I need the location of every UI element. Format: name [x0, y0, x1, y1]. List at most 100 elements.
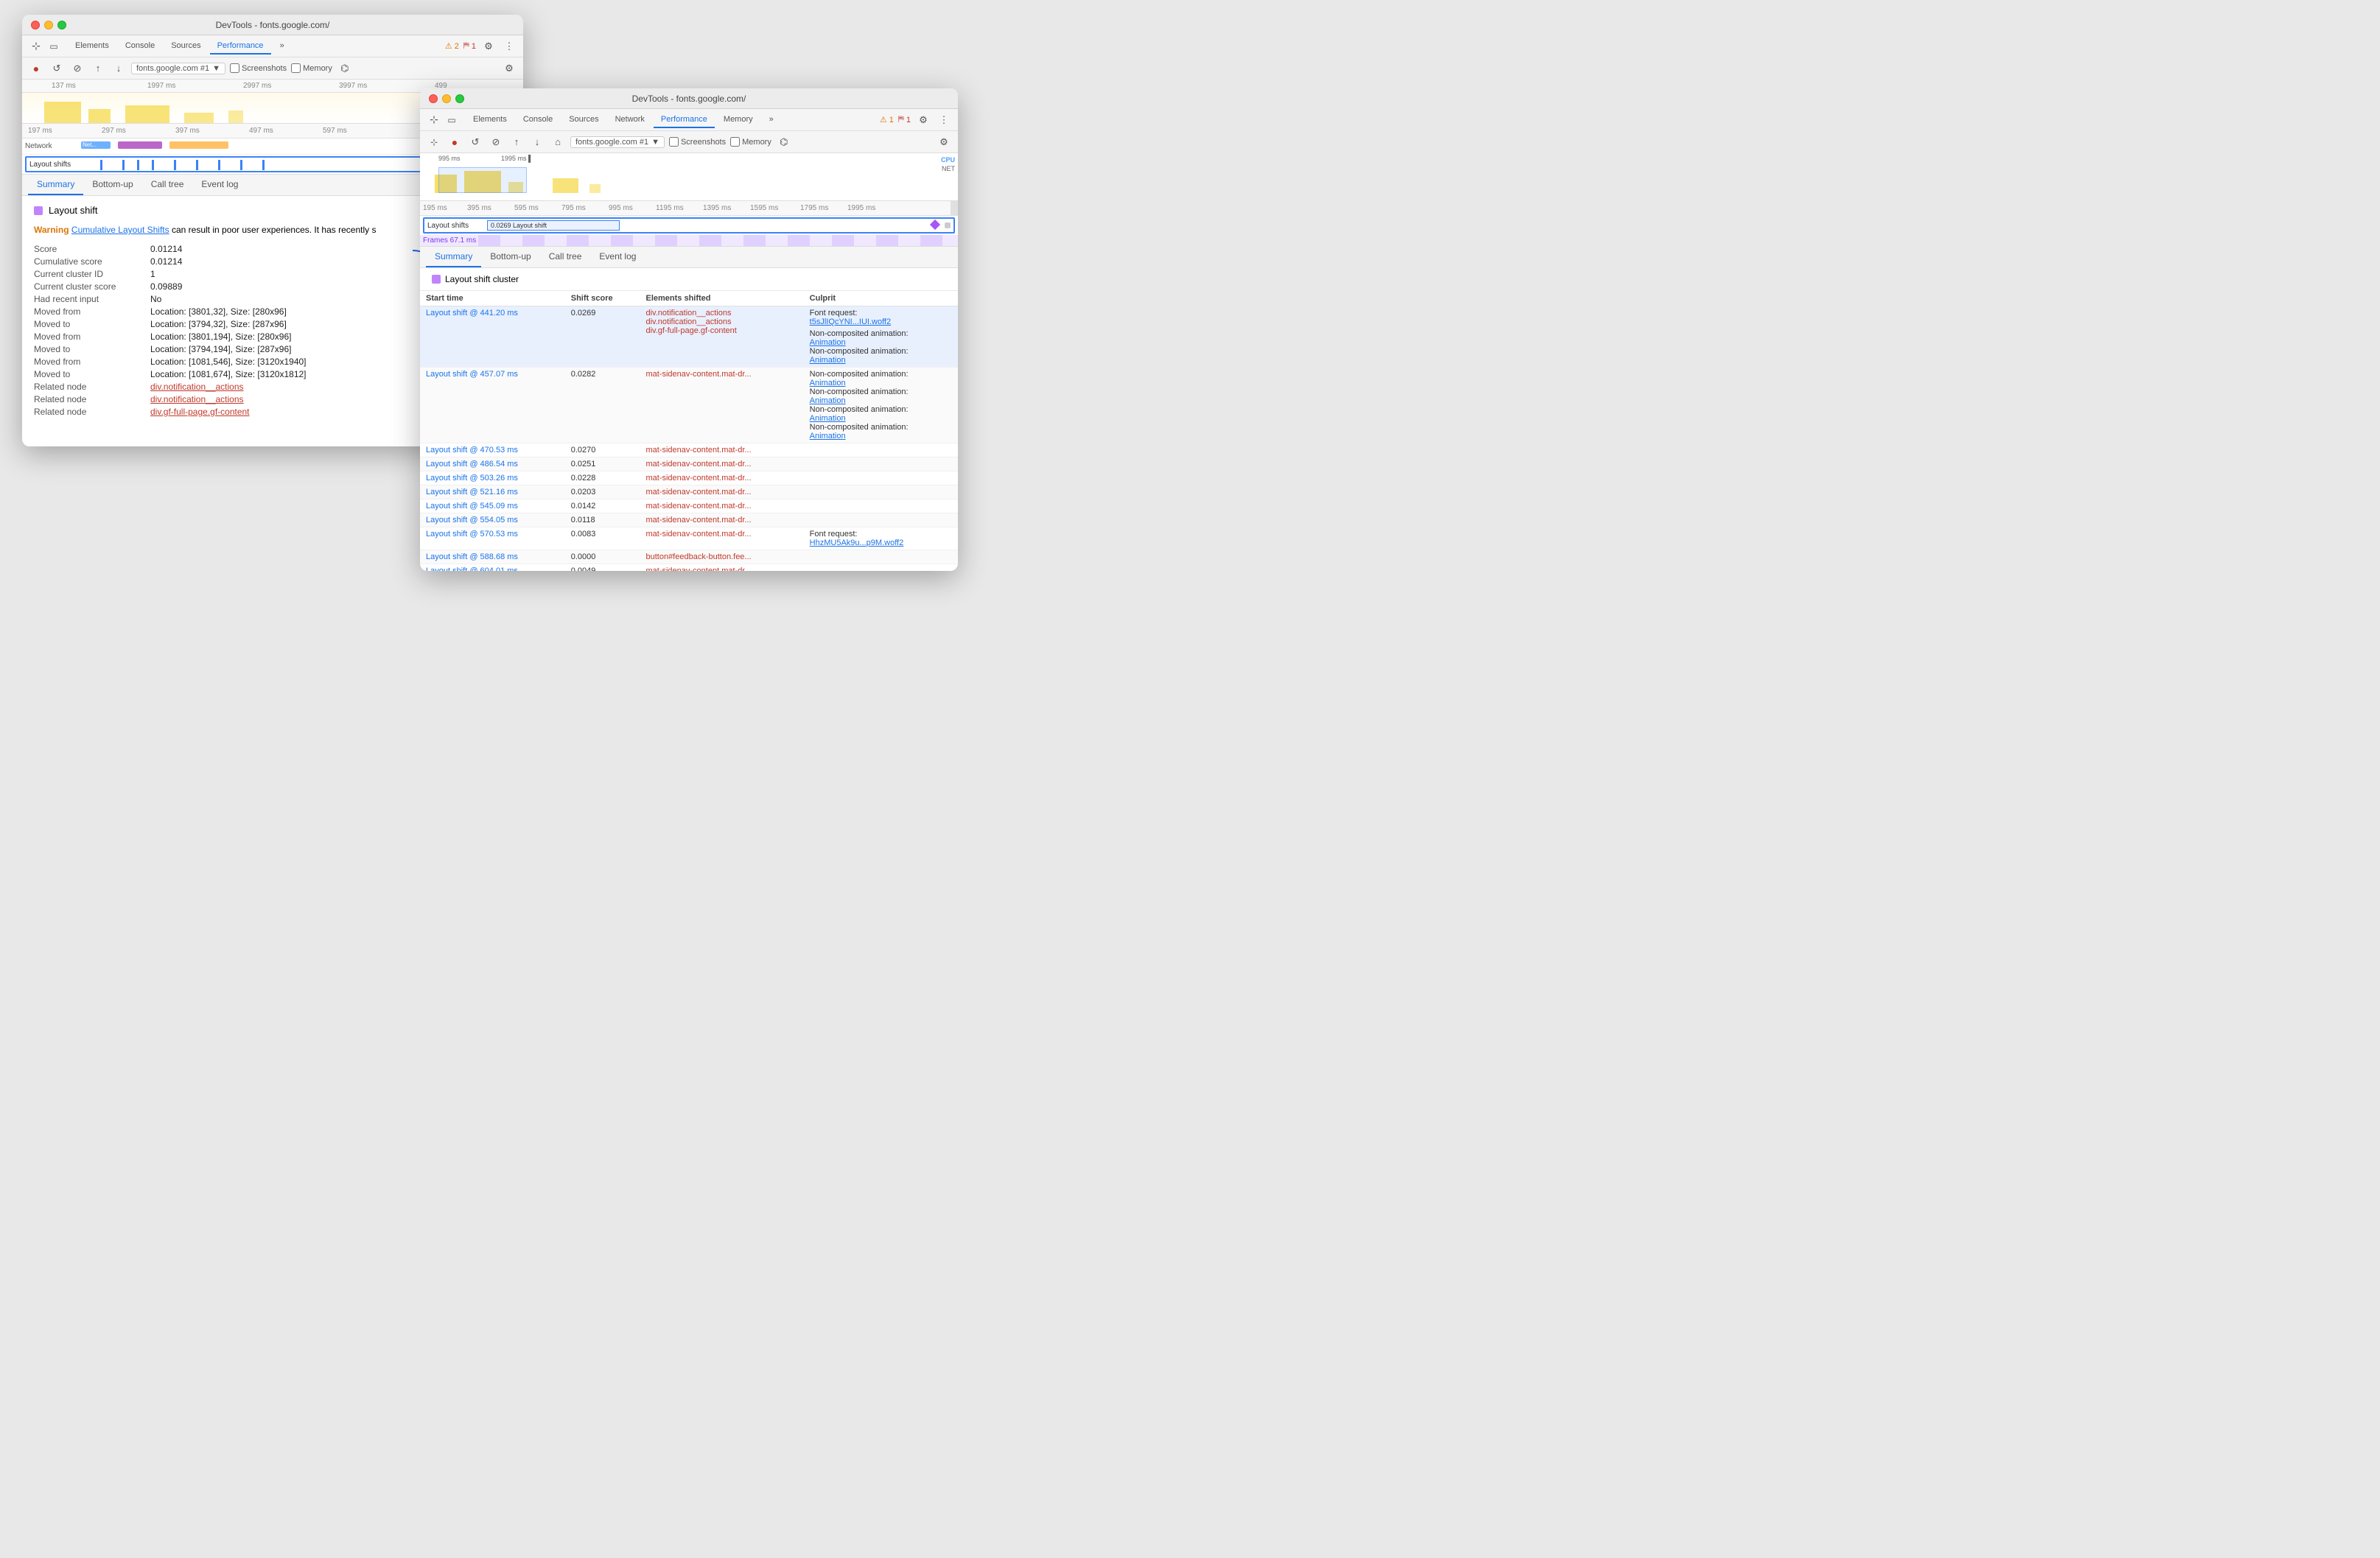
record-icon[interactable]: ●	[28, 60, 44, 77]
screenshots-checkbox[interactable]: Screenshots	[230, 63, 287, 73]
ls-link-588[interactable]: Layout shift @ 588.68 ms	[426, 552, 518, 561]
front-record-icon[interactable]: ●	[447, 134, 463, 150]
front-tab-more[interactable]: »	[762, 112, 781, 128]
cumulative-layout-shifts-link[interactable]: Cumulative Layout Shifts	[71, 225, 169, 235]
error-count: 1	[472, 42, 476, 51]
related-node2-link[interactable]: div.notification__actions	[150, 394, 244, 404]
close-button[interactable]	[31, 21, 40, 29]
front-maximize-button[interactable]	[455, 94, 464, 103]
front-reload-icon[interactable]: ↺	[467, 134, 483, 150]
anim-457-2[interactable]: Animation	[810, 396, 846, 405]
ls-link-503[interactable]: Layout shift @ 503.26 ms	[426, 474, 518, 483]
table-row[interactable]: Layout shift @ 545.09 ms 0.0142 mat-side…	[420, 499, 958, 513]
front-inspect-mode[interactable]: ⊹	[426, 134, 442, 150]
anim-457-4[interactable]: Animation	[810, 432, 846, 441]
ls-link-554[interactable]: Layout shift @ 554.05 ms	[426, 516, 518, 524]
front-tab-performance[interactable]: Performance	[654, 112, 715, 128]
front-tab-elements[interactable]: Elements	[466, 112, 514, 128]
front-clear-icon[interactable]: ⊘	[488, 134, 504, 150]
front-home-icon[interactable]: ⌂	[550, 134, 566, 150]
ls-link-521[interactable]: Layout shift @ 521.16 ms	[426, 488, 518, 496]
minimize-button[interactable]	[44, 21, 53, 29]
tab-sources[interactable]: Sources	[164, 38, 208, 55]
device-icon[interactable]: ▭	[46, 38, 62, 55]
table-row[interactable]: Layout shift @ 486.54 ms 0.0251 mat-side…	[420, 457, 958, 471]
maximize-button[interactable]	[57, 21, 66, 29]
scrollbar-thumb[interactable]	[951, 201, 958, 215]
clear-icon[interactable]: ⊘	[69, 60, 85, 77]
domain-dropdown[interactable]: ▼	[212, 64, 220, 73]
inspect-icon[interactable]: ⊹	[28, 38, 44, 55]
anim-457-3[interactable]: Animation	[810, 414, 846, 423]
table-row[interactable]: Layout shift @ 604.01 ms 0.0049 mat-side…	[420, 564, 958, 572]
ls-link-545[interactable]: Layout shift @ 545.09 ms	[426, 502, 518, 510]
front-tab-network[interactable]: Network	[608, 112, 652, 128]
front-domain-pill[interactable]: fonts.google.com #1 ▼	[570, 136, 665, 148]
front-timeline-overview[interactable]: CPU NET 995 ms 1995 ms ▌	[420, 153, 958, 201]
front-tab-summary[interactable]: Summary	[426, 247, 481, 267]
culprit-link-1[interactable]: t5sJlIQcYNI...IUI.woff2	[810, 317, 891, 326]
front-close-button[interactable]	[429, 94, 438, 103]
tab-elements[interactable]: Elements	[68, 38, 116, 55]
score-486: 0.0251	[565, 457, 640, 471]
settings-icon-2[interactable]: ⚙	[501, 60, 517, 77]
memory-checkbox[interactable]: Memory	[291, 63, 332, 73]
ls-link-486[interactable]: Layout shift @ 486.54 ms	[426, 460, 518, 469]
front-download-icon[interactable]: ↓	[529, 134, 545, 150]
animation-link-2[interactable]: Animation	[810, 356, 846, 365]
upload-icon[interactable]: ↑	[90, 60, 106, 77]
front-tab-call-tree[interactable]: Call tree	[540, 247, 591, 267]
front-device-icon[interactable]: ▭	[444, 112, 460, 128]
anim-457-1[interactable]: Animation	[810, 379, 846, 387]
table-row[interactable]: Layout shift @ 521.16 ms 0.0203 mat-side…	[420, 485, 958, 499]
domain-pill[interactable]: fonts.google.com #1 ▼	[131, 63, 225, 74]
tab-more[interactable]: »	[273, 38, 292, 55]
settings-icon[interactable]: ⚙	[480, 38, 497, 55]
tab-summary[interactable]: Summary	[28, 175, 83, 195]
table-row[interactable]: Layout shift @ 441.20 ms 0.0269 div.noti…	[420, 306, 958, 368]
table-row[interactable]: Layout shift @ 554.05 ms 0.0118 mat-side…	[420, 513, 958, 527]
front-traffic-lights	[429, 94, 464, 103]
front-settings-icon[interactable]: ⚙	[915, 112, 931, 128]
animation-link-1[interactable]: Animation	[810, 338, 846, 347]
ls-link-470[interactable]: Layout shift @ 470.53 ms	[426, 446, 518, 455]
front-upload-icon[interactable]: ↑	[508, 134, 525, 150]
front-minimize-button[interactable]	[442, 94, 451, 103]
related-node1-link[interactable]: div.notification__actions	[150, 382, 244, 392]
front-ms-595: 595 ms	[514, 204, 539, 212]
front-tab-bottom-up[interactable]: Bottom-up	[481, 247, 539, 267]
table-row[interactable]: Layout shift @ 588.68 ms 0.0000 button#f…	[420, 550, 958, 564]
download-icon[interactable]: ↓	[111, 60, 127, 77]
tab-bottom-up[interactable]: Bottom-up	[83, 175, 141, 195]
table-row[interactable]: Layout shift @ 470.53 ms 0.0270 mat-side…	[420, 443, 958, 457]
front-more-icon[interactable]: ⋮	[936, 112, 952, 128]
reload-icon[interactable]: ↺	[49, 60, 65, 77]
front-settings-icon-2[interactable]: ⚙	[936, 134, 952, 150]
front-inspect-icon[interactable]: ⊹	[426, 112, 442, 128]
score-521: 0.0203	[565, 485, 640, 499]
table-row[interactable]: Layout shift @ 457.07 ms 0.0282 mat-side…	[420, 368, 958, 443]
table-row[interactable]: Layout shift @ 570.53 ms 0.0083 mat-side…	[420, 527, 958, 550]
table-row[interactable]: Layout shift @ 503.26 ms 0.0228 mat-side…	[420, 471, 958, 485]
front-network-throttle-icon[interactable]: ⌬	[776, 134, 792, 150]
ls-link-570[interactable]: Layout shift @ 570.53 ms	[426, 530, 518, 538]
tab-console[interactable]: Console	[118, 38, 162, 55]
front-layout-shifts-track[interactable]: Layout shifts 0.0269 Layout shift	[423, 217, 955, 234]
front-screenshots-checkbox[interactable]: Screenshots	[669, 137, 726, 147]
tab-call-tree[interactable]: Call tree	[142, 175, 193, 195]
front-memory-checkbox[interactable]: Memory	[730, 137, 771, 147]
ls-link-457[interactable]: Layout shift @ 457.07 ms	[426, 370, 518, 379]
ls-link-604[interactable]: Layout shift @ 604.01 ms	[426, 566, 518, 571]
more-icon[interactable]: ⋮	[501, 38, 517, 55]
tab-event-log[interactable]: Event log	[192, 175, 247, 195]
related-node3-link[interactable]: div.gf-full-page.gf-content	[150, 407, 250, 417]
front-tab-sources[interactable]: Sources	[561, 112, 606, 128]
front-domain-dropdown[interactable]: ▼	[651, 138, 659, 147]
front-tab-console[interactable]: Console	[516, 112, 560, 128]
front-tab-memory[interactable]: Memory	[716, 112, 760, 128]
tab-performance[interactable]: Performance	[210, 38, 271, 55]
network-throttle-icon[interactable]: ⌬	[337, 60, 353, 77]
ls-link-441[interactable]: Layout shift @ 441.20 ms	[426, 309, 518, 317]
front-tab-event-log[interactable]: Event log	[590, 247, 645, 267]
font-link-570[interactable]: HhzMU5Ak9u...p9M.woff2	[810, 538, 904, 547]
